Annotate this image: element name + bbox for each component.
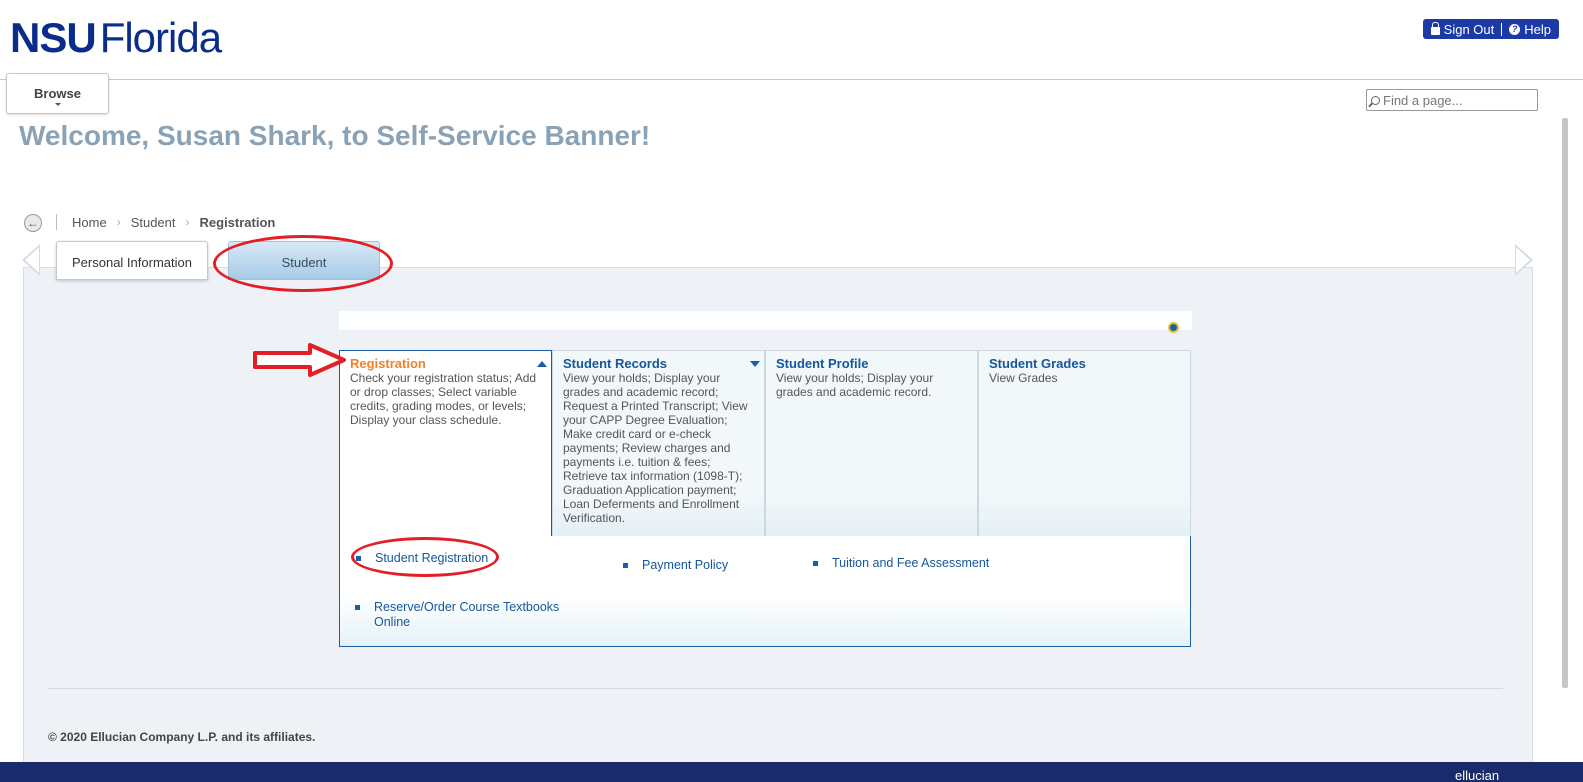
breadcrumb-student[interactable]: Student (131, 215, 176, 230)
card-title[interactable]: Student Records (563, 357, 754, 371)
card-title[interactable]: Student Grades (989, 357, 1180, 371)
tab-scroll-right-icon[interactable] (1515, 244, 1533, 276)
info-icon[interactable] (1168, 322, 1179, 333)
toolbar-divider (1501, 22, 1503, 36)
chevron-right-icon: › (185, 215, 190, 229)
breadcrumb-divider (56, 214, 57, 230)
annotation-circle-student-registration (351, 537, 499, 577)
card-description: View Grades (989, 371, 1058, 385)
breadcrumb-home[interactable]: Home (72, 215, 107, 230)
lock-icon (1430, 21, 1440, 35)
card-description: View your holds; Display your grades and… (776, 371, 934, 399)
card-registration[interactable]: Registration Check your registration sta… (339, 350, 552, 537)
link-reserve-textbooks[interactable]: Reserve/Order Course Textbooks Online (355, 600, 574, 630)
link-label: Reserve/Order Course Textbooks Online (374, 600, 560, 629)
logo-florida-text: Florida (99, 14, 222, 61)
search-placeholder: Find a page... (1383, 92, 1463, 108)
ellucian-brand: ellucian (1455, 768, 1500, 782)
menu-header-strip (339, 311, 1192, 330)
search-input[interactable]: Find a page... (1366, 89, 1538, 111)
tab-label: Personal Information (72, 255, 192, 270)
annotation-arrow-icon (253, 343, 346, 377)
link-payment-policy[interactable]: Payment Policy (623, 558, 802, 573)
browse-label: Browse (34, 86, 81, 101)
card-title[interactable]: Student Profile (776, 357, 967, 371)
search-icon (1371, 95, 1380, 105)
logo-nsu-text: NSU (10, 14, 97, 61)
breadcrumb-registration: Registration (199, 214, 276, 230)
back-arrow-icon[interactable]: ← (24, 214, 42, 232)
help-label: Help (1524, 21, 1551, 37)
tab-scroll-left-icon[interactable] (22, 244, 40, 276)
bullet-icon (623, 563, 628, 568)
card-student-records[interactable]: Student Records View your holds; Display… (552, 350, 765, 537)
expand-icon[interactable] (750, 361, 760, 367)
help-button[interactable]: ? Help (1509, 22, 1551, 37)
footer-divider (48, 688, 1503, 689)
chevron-down-icon (55, 103, 61, 106)
chevron-right-icon: › (116, 215, 121, 229)
footer-bar: ellucian (0, 762, 1583, 782)
vertical-scrollbar[interactable] (1562, 118, 1568, 688)
link-label: Tuition and Fee Assessment (832, 556, 990, 570)
header-divider (0, 79, 1583, 80)
bullet-icon (355, 605, 360, 610)
account-toolbar: Sign Out ? Help (1422, 19, 1559, 39)
tab-personal-information[interactable]: Personal Information (56, 241, 208, 280)
menu-cards: Registration Check your registration sta… (339, 350, 1191, 537)
nsu-florida-logo[interactable]: NSUFlorida (10, 14, 222, 62)
card-description: View your holds; Display your grades and… (563, 371, 748, 525)
copyright-text: © 2020 Ellucian Company L.P. and its aff… (48, 730, 316, 744)
annotation-circle-student-tab (213, 235, 393, 292)
sign-out-button[interactable]: Sign Out (1430, 21, 1495, 37)
card-student-profile[interactable]: Student Profile View your holds; Display… (765, 350, 978, 537)
page-title: Welcome, Susan Shark, to Self-Service Ba… (19, 120, 651, 151)
breadcrumb: Home › Student › Registration (56, 214, 275, 230)
link-label: Payment Policy (642, 558, 729, 572)
help-icon: ? (1509, 23, 1521, 35)
collapse-icon[interactable] (537, 361, 547, 367)
card-title[interactable]: Registration (350, 357, 541, 371)
browse-button[interactable]: Browse (6, 73, 109, 114)
bullet-icon (813, 561, 818, 566)
link-tuition-fee-assessment[interactable]: Tuition and Fee Assessment (813, 556, 1052, 571)
card-description: Check your registration status; Add or d… (350, 371, 537, 427)
sign-out-label: Sign Out (1443, 21, 1495, 37)
card-student-grades[interactable]: Student Grades View Grades (978, 350, 1191, 537)
